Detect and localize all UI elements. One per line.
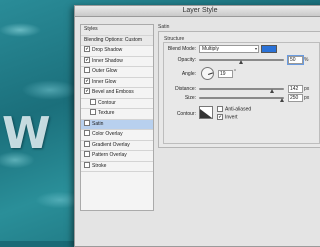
style-checkbox[interactable]: [84, 67, 90, 74]
angle-dial[interactable]: [201, 67, 214, 80]
style-checkbox[interactable]: [84, 119, 90, 126]
style-checkbox[interactable]: [84, 151, 90, 158]
contour-picker[interactable]: [199, 106, 213, 119]
style-checkbox[interactable]: ✔: [84, 56, 90, 63]
style-item-inner-shadow[interactable]: ✔ Inner Shadow: [81, 56, 153, 67]
style-item-label: Gradient Overlay: [92, 141, 130, 148]
style-item-texture[interactable]: Texture: [81, 109, 153, 120]
opacity-input[interactable]: 50: [288, 56, 303, 64]
satin-group: Structure Blend Mode: Multiply ▾ Opacity…: [158, 31, 320, 148]
angle-label: Angle:: [181, 71, 196, 77]
style-item-color-overlay[interactable]: Color Overlay: [81, 130, 153, 141]
style-checkbox[interactable]: [84, 130, 90, 137]
style-item-label: Satin: [92, 120, 104, 127]
angle-unit: °: [234, 69, 236, 75]
layer-style-dialog: Layer Style Styles Blending Options: Cust…: [74, 5, 320, 247]
invert-box[interactable]: ✔: [217, 113, 223, 120]
contour-label: Contour:: [176, 111, 196, 117]
style-item-label: Outer Glow: [92, 68, 118, 74]
angle-input[interactable]: 19: [218, 70, 233, 78]
satin-section-title: Satin: [158, 24, 170, 30]
opacity-label: Opacity:: [177, 57, 196, 63]
styles-list: Styles Blending Options: Custom ✔ Drop Shad…: [80, 24, 154, 211]
dialog-title: Layer Style: [75, 6, 320, 17]
invert-checkbox[interactable]: ✔ Invert: [217, 113, 238, 121]
style-item-gradient-overlay[interactable]: Gradient Overlay: [81, 140, 153, 151]
style-item-label: Color Overlay: [92, 131, 123, 137]
style-checkbox[interactable]: ✔: [84, 88, 90, 95]
distance-input[interactable]: 142: [288, 85, 303, 93]
size-input[interactable]: 250: [288, 94, 303, 102]
style-checkbox[interactable]: [90, 98, 96, 105]
size-label: Size:: [184, 95, 196, 101]
style-item-label: Pattern Overlay: [92, 152, 127, 158]
style-item-styles[interactable]: Styles: [81, 25, 153, 36]
size-slider-thumb[interactable]: [280, 98, 284, 102]
blend-mode-value: Multiply: [202, 46, 219, 52]
style-item-pattern-overlay[interactable]: Pattern Overlay: [81, 151, 153, 162]
blend-color-swatch[interactable]: [261, 45, 277, 53]
size-unit: px: [304, 95, 310, 101]
style-checkbox[interactable]: [90, 109, 96, 116]
style-item-label: Bevel and Emboss: [92, 89, 134, 95]
style-item-bevel-and-emboss[interactable]: ✔ Bevel and Emboss: [81, 88, 153, 99]
style-item-blending-options-custom[interactable]: Blending Options: Custom: [81, 35, 153, 46]
chevron-down-icon: ▾: [254, 46, 257, 51]
style-item-label: Stroke: [92, 162, 107, 169]
style-item-contour[interactable]: Contour: [81, 98, 153, 109]
blend-mode-label: Blend Mode:: [167, 46, 196, 52]
size-slider[interactable]: [199, 97, 284, 99]
style-item-label: Texture: [98, 110, 115, 116]
style-checkbox[interactable]: ✔: [84, 77, 90, 84]
anti-aliased-label: Anti-aliased: [225, 106, 252, 113]
opacity-slider-thumb[interactable]: [239, 60, 243, 64]
satin-panel: Satin Structure Blend Mode: Multiply ▾ O…: [158, 24, 320, 148]
style-item-inner-glow[interactable]: ✔ Inner Glow: [81, 77, 153, 88]
style-item-satin[interactable]: Satin: [81, 119, 153, 130]
distance-label: Distance:: [175, 86, 196, 92]
style-item-label: Inner Shadow: [92, 57, 123, 64]
distance-slider-thumb[interactable]: [270, 89, 274, 93]
style-item-drop-shadow[interactable]: ✔ Drop Shadow: [81, 46, 153, 57]
anti-aliased-checkbox[interactable]: Anti-aliased: [217, 105, 252, 113]
blend-mode-select[interactable]: Multiply ▾: [199, 45, 259, 53]
style-checkbox[interactable]: [84, 140, 90, 147]
style-item-outer-glow[interactable]: Outer Glow: [81, 67, 153, 78]
background-text: W: [2, 108, 51, 159]
anti-aliased-box[interactable]: [217, 105, 223, 112]
structure-group: Blend Mode: Multiply ▾ Opacity: 50 % Ang…: [163, 42, 320, 144]
style-item-label: Styles: [84, 26, 98, 32]
style-checkbox[interactable]: [84, 161, 90, 168]
opacity-unit: %: [304, 57, 309, 63]
contour-curve-icon: [200, 109, 212, 118]
style-checkbox[interactable]: ✔: [84, 46, 90, 53]
style-item-label: Inner Glow: [92, 78, 117, 85]
invert-label: Invert: [225, 114, 238, 121]
style-item-stroke[interactable]: Stroke: [81, 161, 153, 172]
style-item-label: Drop Shadow: [92, 47, 123, 53]
style-item-label: Blending Options: Custom: [84, 36, 143, 43]
style-item-label: Contour: [98, 99, 116, 106]
distance-unit: px: [304, 86, 310, 92]
